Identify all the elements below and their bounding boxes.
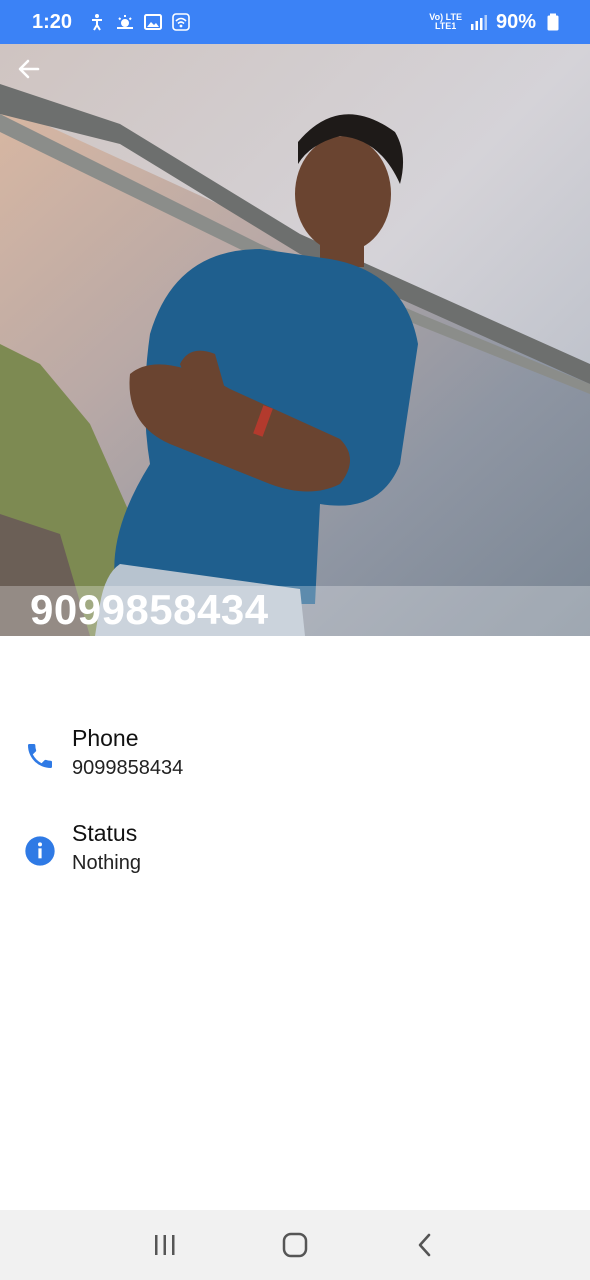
- chevron-left-icon: [418, 1233, 431, 1257]
- contact-details: Phone 9099858434 Status Nothing: [0, 722, 590, 912]
- network-bottom: LTE1: [434, 21, 457, 31]
- accessibility-icon: [92, 14, 103, 31]
- wifi-icon: [172, 13, 190, 31]
- list-item-phone[interactable]: Phone 9099858434: [0, 722, 590, 817]
- home-icon: [282, 1232, 308, 1258]
- status-texts: Status Nothing: [72, 817, 141, 877]
- network-indicator: Vo) LTE LTE1: [429, 13, 462, 31]
- profile-photo: 9099858434: [0, 44, 590, 636]
- info-icon: [25, 836, 55, 866]
- status-value: Nothing: [72, 852, 141, 874]
- status-right: Vo) LTE LTE1 90%: [429, 11, 562, 34]
- weather-icon: [117, 15, 134, 29]
- phone-texts: Phone 9099858434: [72, 722, 183, 782]
- navigation-bar: [0, 1210, 590, 1280]
- back-button[interactable]: [14, 54, 44, 84]
- phone-label: Phone: [72, 725, 139, 751]
- status-left: 1:20: [32, 11, 190, 34]
- home-button[interactable]: [275, 1225, 315, 1265]
- signal-icon: [470, 15, 487, 30]
- system-back-button[interactable]: [405, 1225, 445, 1265]
- arrow-left-icon: [18, 59, 40, 79]
- status-bar: 1:20 Vo) LTE LTE1 90%: [0, 0, 590, 44]
- photo-scene: [0, 44, 590, 636]
- phone-icon: [28, 744, 52, 768]
- status-label: Status: [72, 820, 138, 846]
- gallery-icon: [144, 14, 163, 30]
- status-time: 1:20: [32, 10, 73, 33]
- contact-title: 9099858434: [30, 586, 269, 633]
- list-item-status[interactable]: Status Nothing: [0, 817, 590, 912]
- recents-button[interactable]: [145, 1225, 185, 1265]
- phone-value: 9099858434: [72, 757, 184, 779]
- battery-percent: 90%: [495, 10, 536, 33]
- recents-icon: [155, 1235, 175, 1255]
- battery-icon: [547, 13, 559, 31]
